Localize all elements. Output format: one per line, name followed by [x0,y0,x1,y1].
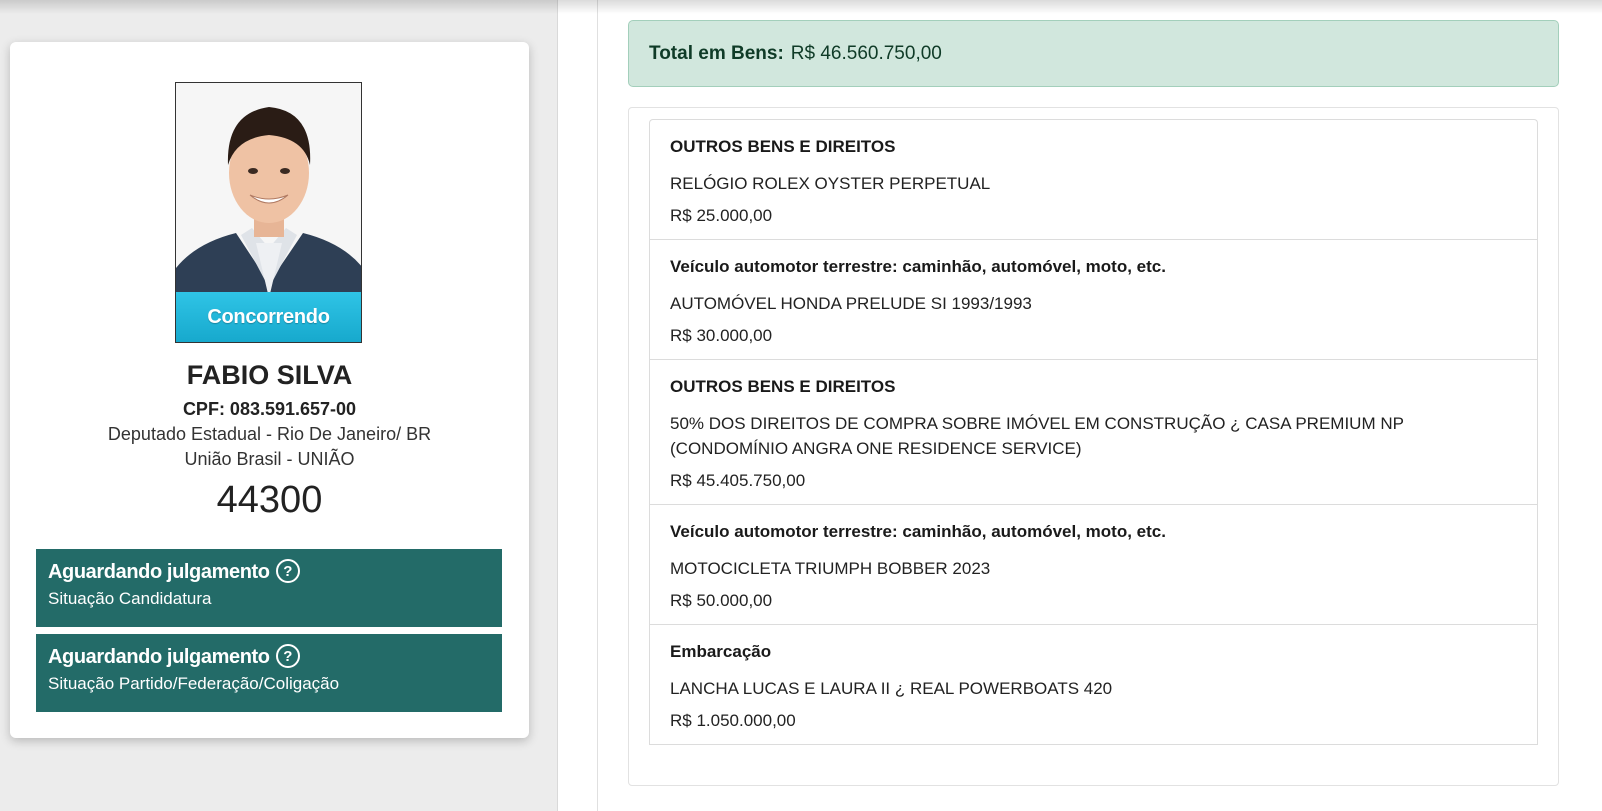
asset-description: MOTOCICLETA TRIUMPH BOBBER 2023 [670,559,991,578]
asset-description: AUTOMÓVEL HONDA PRELUDE SI 1993/1993 [670,294,1032,313]
list-item: Veículo automotor terrestre: caminhão, a… [650,240,1537,360]
candidate-photo: Concorrendo [175,82,362,343]
candidate-card: Concorrendo FABIO SILVA CPF: 083.591.657… [10,42,529,738]
asset-value: R$ 50.000,00 [670,591,773,610]
asset-description: RELÓGIO ROLEX OYSTER PERPETUAL [670,174,991,193]
help-icon[interactable]: ? [275,559,300,583]
asset-value: R$ 1.050.000,00 [670,711,796,730]
asset-value: R$ 45.405.750,00 [670,471,806,490]
asset-type: OUTROS BENS E DIREITOS [670,137,896,156]
list-item: Veículo automotor terrestre: caminhão, a… [650,505,1537,625]
total-assets-alert: Total em Bens: R$ 46.560.750,00 [628,20,1559,87]
total-assets-label: Total em Bens: [649,42,784,64]
content-divider [597,0,598,811]
status-party-title: Aguardando julgamento [48,646,270,668]
total-assets-value: R$ 46.560.750,00 [790,42,942,64]
candidate-name: FABIO SILVA [186,360,353,390]
status-candidacy-title: Aguardando julgamento [48,561,270,583]
assets-list: OUTROS BENS E DIREITOS RELÓGIO ROLEX OYS… [649,119,1538,745]
asset-value: R$ 30.000,00 [670,326,773,345]
asset-description: LANCHA LUCAS E LAURA II ¿ REAL POWERBOAT… [670,679,1113,698]
status-candidacy-subtitle: Situação Candidatura [48,589,212,608]
asset-type: OUTROS BENS E DIREITOS [670,377,896,396]
list-item: Embarcação LANCHA LUCAS E LAURA II ¿ REA… [650,625,1537,745]
status-candidacy: Aguardando julgamento ? Situação Candida… [36,549,502,627]
status-party-subtitle: Situação Partido/Federação/Coligação [48,674,340,693]
candidate-number: 44300 [216,479,323,521]
list-item: OUTROS BENS E DIREITOS RELÓGIO ROLEX OYS… [650,120,1537,240]
asset-type: Veículo automotor terrestre: caminhão, a… [670,257,1166,276]
asset-type: Embarcação [670,642,772,661]
assets-card: OUTROS BENS E DIREITOS RELÓGIO ROLEX OYS… [628,107,1559,786]
asset-type: Veículo automotor terrestre: caminhão, a… [670,522,1166,541]
help-icon[interactable]: ? [275,644,300,668]
list-item: OUTROS BENS E DIREITOS 50% DOS DIREITOS … [650,360,1537,505]
candidate-party: União Brasil - UNIÃO [184,449,355,469]
candidate-office: Deputado Estadual - Rio De Janeiro/ BR [107,424,432,444]
left-pane: Concorrendo FABIO SILVA CPF: 083.591.657… [0,0,558,811]
asset-description: 50% DOS DIREITOS DE COMPRA SOBRE IMÓVEL … [670,414,1404,458]
candidate-cpf: CPF: 083.591.657-00 [182,399,357,419]
candidate-status-ribbon: Concorrendo [176,292,361,342]
status-party: Aguardando julgamento ? Situação Partido… [36,634,502,712]
asset-value: R$ 25.000,00 [670,206,773,225]
